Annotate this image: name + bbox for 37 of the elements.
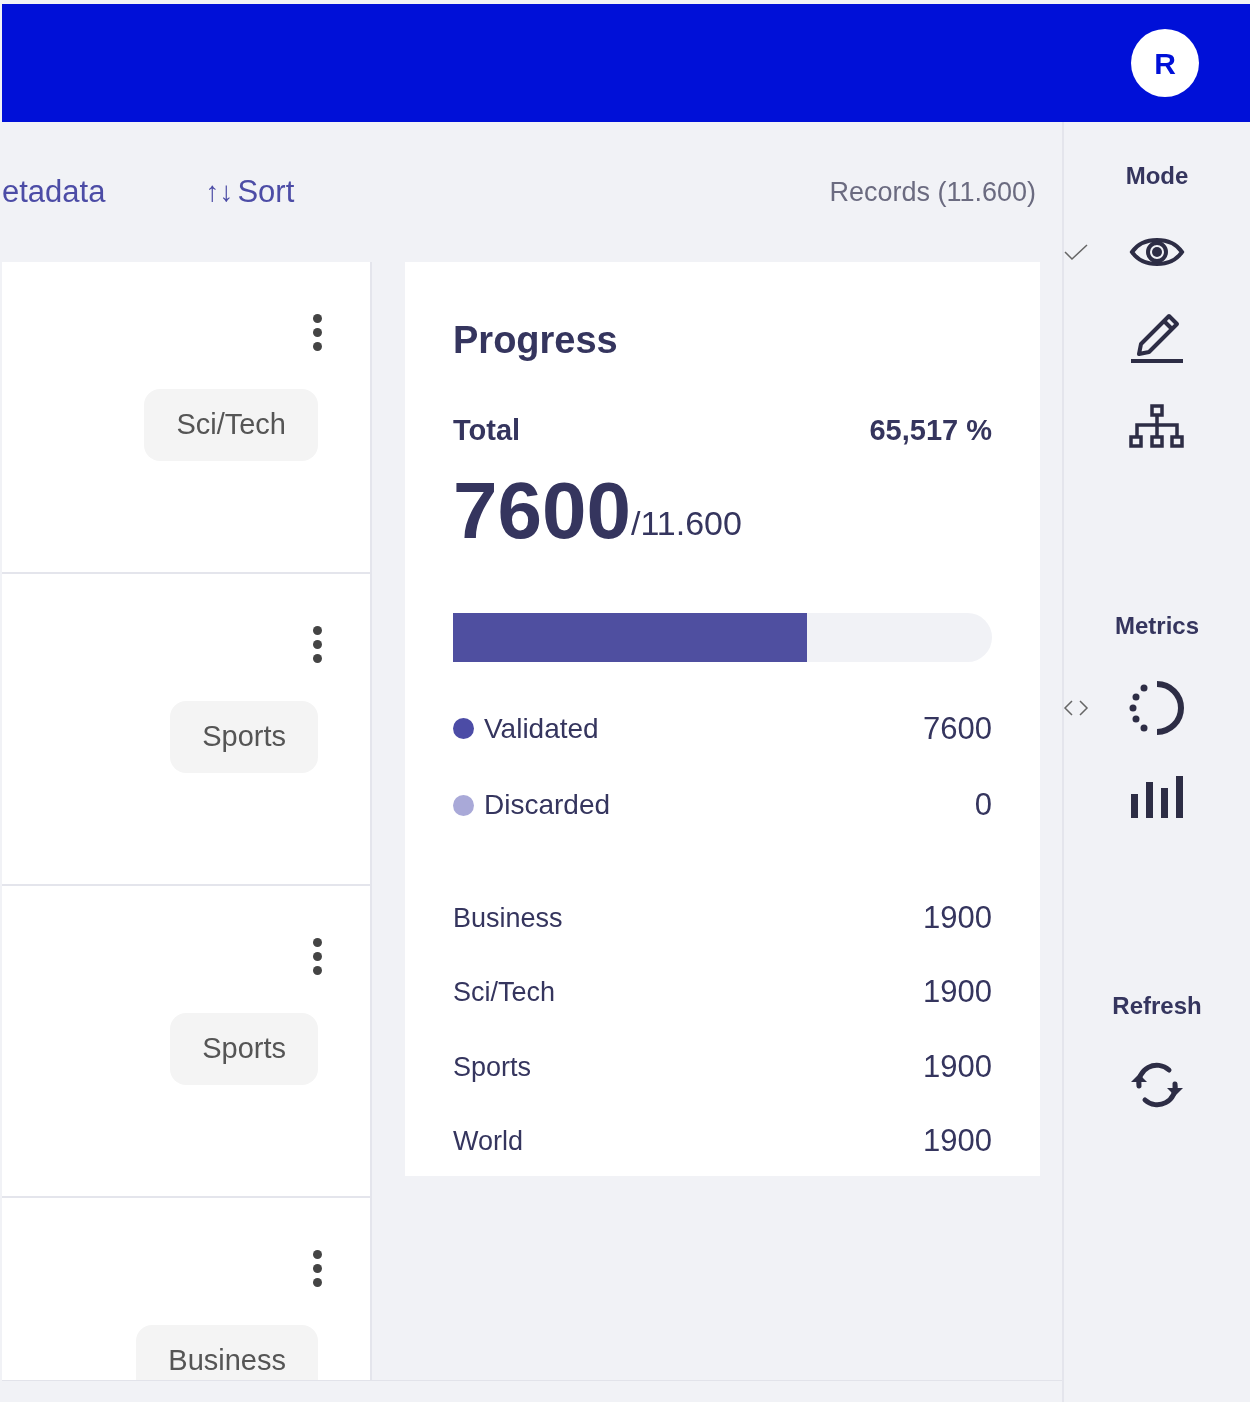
records-count: Records (11.600)	[829, 175, 1036, 209]
loading-ring-icon[interactable]	[1129, 680, 1185, 736]
category-count: 1900	[923, 1047, 992, 1086]
label-tag[interactable]: Business	[136, 1325, 318, 1380]
legend-value: 7600	[923, 709, 992, 748]
refresh-title: Refresh	[1112, 991, 1202, 1021]
validated-count: 7600	[453, 470, 631, 551]
category-label: World	[453, 1125, 524, 1158]
more-options-icon[interactable]	[313, 1250, 322, 1287]
category-label: Sports	[453, 1050, 532, 1084]
category-count: 1900	[923, 973, 992, 1011]
label-tag[interactable]: Sports	[170, 701, 318, 773]
legend-label: Discarded	[484, 788, 611, 823]
category-label: Business	[453, 901, 563, 935]
user-avatar[interactable]: R	[1131, 29, 1199, 97]
total-records: /11.600	[630, 503, 742, 544]
label-tag[interactable]: Sports	[170, 1013, 318, 1085]
metrics-title: Metrics	[1114, 611, 1199, 641]
sort-button[interactable]: ↑↓Sort	[205, 168, 295, 216]
more-options-icon[interactable]	[313, 314, 322, 351]
more-options-icon[interactable]	[313, 626, 322, 663]
mode-title: Mode	[1125, 161, 1189, 191]
hierarchy-icon[interactable]	[1129, 404, 1185, 448]
legend-label: Validated	[484, 711, 599, 746]
refresh-icon[interactable]	[1129, 1060, 1185, 1110]
label-tag[interactable]: Sci/Tech	[144, 389, 318, 461]
sort-icon: ↑↓	[205, 171, 234, 213]
metadata-link[interactable]: etadata	[2, 168, 106, 216]
legend-value: 0	[974, 786, 992, 824]
total-label: Total	[453, 413, 521, 448]
progress-title: Progress	[453, 318, 619, 363]
total-percent: 65,517 %	[869, 413, 992, 448]
category-count: 1900	[923, 898, 992, 937]
more-options-icon[interactable]	[313, 938, 322, 975]
category-label: Sci/Tech	[453, 976, 556, 1009]
category-count: 1900	[923, 1122, 992, 1160]
bar-chart-icon[interactable]	[1129, 776, 1185, 820]
